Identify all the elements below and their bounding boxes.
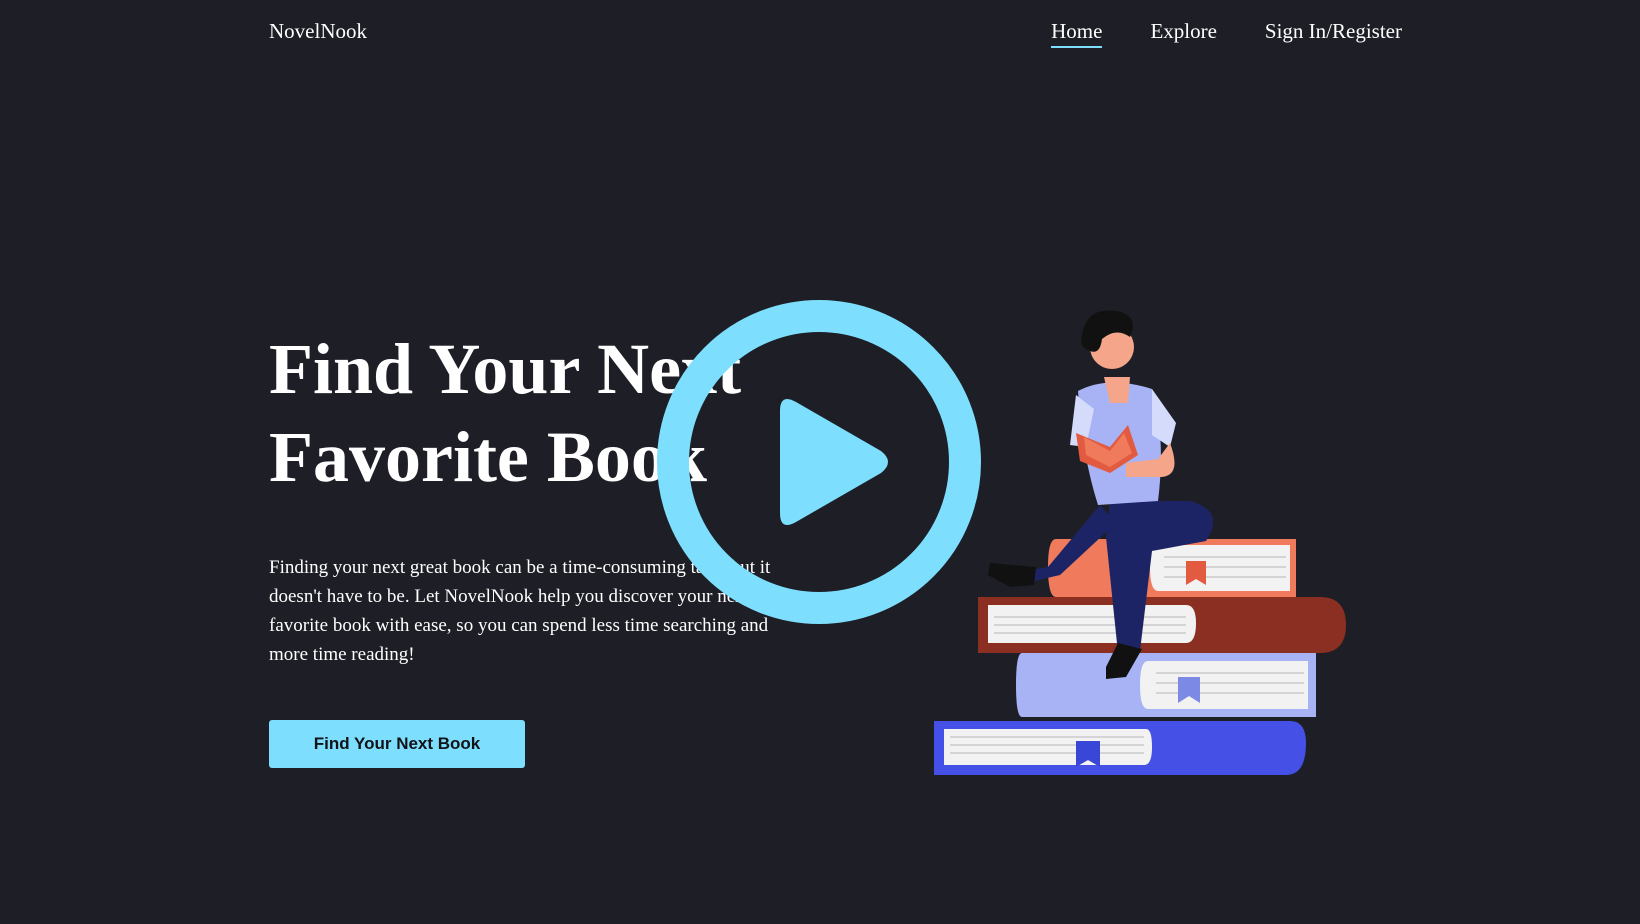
book-brown-icon — [978, 597, 1346, 653]
play-video-button[interactable] — [655, 298, 983, 626]
book-lavender-icon — [1016, 653, 1316, 717]
nav-link-sign-in-register[interactable]: Sign In/Register — [1265, 18, 1402, 44]
nav-links: Home Explore Sign In/Register — [1003, 18, 1402, 48]
brand-logo[interactable]: NovelNook — [269, 18, 367, 44]
top-navigation: NovelNook Home Explore Sign In/Register — [269, 18, 1402, 58]
person-reading-illustration — [930, 305, 1350, 780]
play-icon — [657, 300, 981, 624]
landing-page: NovelNook Home Explore Sign In/Register … — [0, 0, 1640, 924]
find-next-book-button[interactable]: Find Your Next Book — [269, 720, 525, 768]
nav-link-explore[interactable]: Explore — [1150, 18, 1216, 44]
book-blue-icon — [934, 721, 1306, 775]
nav-link-home[interactable]: Home — [1051, 18, 1103, 48]
